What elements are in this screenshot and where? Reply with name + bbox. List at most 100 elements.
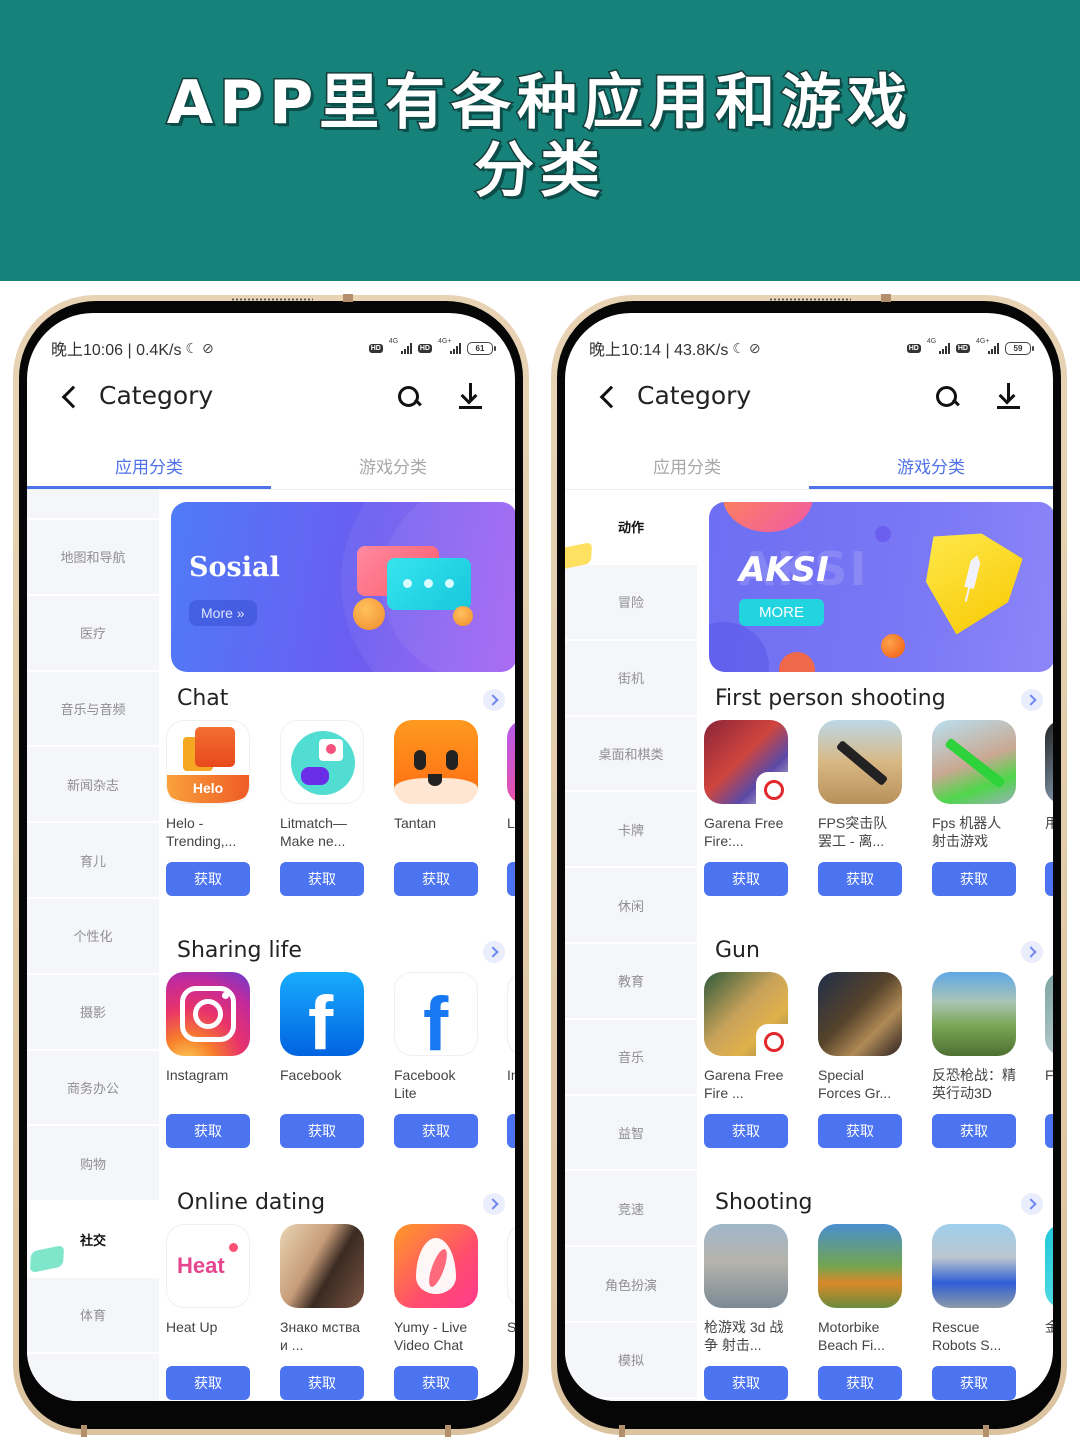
app-card[interactable]: Helo Helo - Trending,... 获取: [166, 720, 250, 896]
chevron-right-icon[interactable]: [1021, 689, 1043, 711]
get-button[interactable]: [1045, 1114, 1053, 1148]
app-name: Facebook Lite: [394, 1067, 456, 1101]
game-card[interactable]: 反恐枪战：精英行动3D 获取: [932, 972, 1016, 1148]
featured-banner-social[interactable]: Sosial More »: [171, 502, 515, 672]
game-card[interactable]: Garena Free Fire:... 获取: [704, 720, 788, 896]
game-card-partial[interactable]: Fi 戏: [1045, 972, 1053, 1148]
tab-app-categories[interactable]: 应用分类: [27, 447, 271, 489]
sidebar-item-simulation[interactable]: 模拟: [565, 1323, 697, 1399]
sidebar-item[interactable]: [27, 490, 159, 520]
tab-app-categories[interactable]: 应用分类: [565, 447, 809, 489]
app-card-partial[interactable]: Lik Sh: [507, 720, 515, 896]
phone-bottom-button: [445, 1425, 451, 1437]
featured-banner-action[interactable]: AKSI AKSI MORE: [709, 502, 1053, 672]
sidebar-item-parenting[interactable]: 育儿: [27, 823, 159, 899]
app-card[interactable]: f Facebook 获取: [280, 972, 364, 1148]
download-icon[interactable]: [995, 381, 1023, 411]
sidebar-item-shopping[interactable]: 购物: [27, 1126, 159, 1203]
get-button[interactable]: 获取: [818, 1366, 902, 1400]
game-card-partial[interactable]: 用 射: [1045, 720, 1053, 896]
get-button[interactable]: 获取: [280, 1114, 364, 1148]
get-button[interactable]: 获取: [704, 862, 788, 896]
game-card[interactable]: 枪游戏 3d 战争 射击... 获取: [704, 1224, 788, 1400]
search-icon[interactable]: [395, 383, 423, 411]
sidebar-item-personalization[interactable]: 个性化: [27, 899, 159, 975]
get-button[interactable]: 获取: [280, 862, 364, 896]
sidebar-item-sports[interactable]: 体育: [27, 1278, 159, 1354]
app-card[interactable]: Yumy - Live Video Chat 获取: [394, 1224, 478, 1400]
get-button[interactable]: 获取: [932, 1114, 1016, 1148]
game-card[interactable]: Garena Free Fire ... 获取: [704, 972, 788, 1148]
get-button[interactable]: 获取: [166, 862, 250, 896]
app-name: Litmatch—Make ne...: [280, 815, 347, 849]
sidebar-item-photography[interactable]: 摄影: [27, 975, 159, 1051]
app-card[interactable]: Litmatch—Make ne... 获取: [280, 720, 364, 896]
sidebar-item-action[interactable]: 动作: [565, 490, 697, 571]
sidebar-item-music[interactable]: 音乐: [565, 1020, 697, 1096]
get-button[interactable]: 获取: [280, 1366, 364, 1400]
chevron-right-icon[interactable]: [483, 941, 505, 963]
app-card[interactable]: Tantan 获取: [394, 720, 478, 896]
game-card[interactable]: Motorbike Beach Fi... 获取: [818, 1224, 902, 1400]
sidebar-item-music-audio[interactable]: 音乐与音频: [27, 672, 159, 748]
app-card[interactable]: f Facebook Lite 获取: [394, 972, 478, 1148]
moon-icon: ☾: [185, 339, 199, 356]
chat-bubble-icon: [29, 1244, 65, 1274]
app-card[interactable]: Heat Heat Up 获取: [166, 1224, 250, 1400]
app-section-online-dating: Online dating Heat Heat Up 获取 Знако мств…: [159, 1190, 515, 1401]
get-button[interactable]: 获取: [394, 862, 478, 896]
sidebar-item-business[interactable]: 商务办公: [27, 1051, 159, 1127]
shield-sword-illustration: [912, 522, 1026, 645]
get-button[interactable]: 获取: [166, 1366, 250, 1400]
get-button[interactable]: 获取: [932, 1366, 1016, 1400]
game-card[interactable]: Fps 机器人 射击游戏 获取: [932, 720, 1016, 896]
back-arrow-icon[interactable]: [595, 383, 623, 411]
chevron-right-icon[interactable]: [483, 689, 505, 711]
app-card[interactable]: Знако мства и ... 获取: [280, 1224, 364, 1400]
more-button[interactable]: More »: [189, 600, 257, 626]
get-button[interactable]: [1045, 862, 1053, 896]
tab-game-categories[interactable]: 游戏分类: [809, 447, 1053, 489]
get-button[interactable]: 获取: [166, 1114, 250, 1148]
download-icon[interactable]: [457, 381, 485, 411]
app-card-partial[interactable]: Sk: [507, 1224, 515, 1354]
network-type: 4G+: [438, 338, 452, 345]
get-button[interactable]: 获取: [818, 862, 902, 896]
get-button[interactable]: 获取: [704, 1366, 788, 1400]
sidebar-item-arcade[interactable]: 街机: [565, 641, 697, 717]
app-card[interactable]: Instagram 获取: [166, 972, 250, 1148]
sidebar-item-racing[interactable]: 竞速: [565, 1171, 697, 1248]
sidebar-item-maps[interactable]: 地图和导航: [27, 520, 159, 596]
more-button[interactable]: MORE: [739, 599, 824, 626]
search-icon[interactable]: [933, 383, 961, 411]
sidebar-item-casual[interactable]: 休闲: [565, 868, 697, 944]
get-button[interactable]: 获取: [394, 1366, 478, 1400]
get-button[interactable]: [507, 862, 515, 896]
chevron-right-icon[interactable]: [483, 1193, 505, 1215]
sidebar-item-puzzle[interactable]: 益智: [565, 1096, 697, 1172]
game-card-partial[interactable]: 金: [1045, 1224, 1053, 1354]
chevron-right-icon[interactable]: [1021, 941, 1043, 963]
app-bar: Category: [565, 375, 1053, 419]
get-button[interactable]: 获取: [818, 1114, 902, 1148]
sidebar-item-board[interactable]: 桌面和棋类: [565, 717, 697, 793]
get-button[interactable]: 获取: [394, 1114, 478, 1148]
app-card-partial[interactable]: Ins Lit: [507, 972, 515, 1148]
get-button[interactable]: [507, 1114, 515, 1148]
sidebar-item-card[interactable]: 卡牌: [565, 792, 697, 869]
chevron-right-icon[interactable]: [1021, 1193, 1043, 1215]
sidebar-item-educational[interactable]: 教育: [565, 944, 697, 1020]
game-card[interactable]: Rescue Robots S... 获取: [932, 1224, 1016, 1400]
sidebar-item-role-playing[interactable]: 角色扮演: [565, 1247, 697, 1323]
app-name: FPS突击队 罢工 - 离...: [818, 815, 888, 849]
sidebar-item-medical[interactable]: 医疗: [27, 596, 159, 672]
back-arrow-icon[interactable]: [57, 383, 85, 411]
get-button[interactable]: 获取: [704, 1114, 788, 1148]
sidebar-item-adventure[interactable]: 冒险: [565, 565, 697, 641]
sidebar-item-social[interactable]: 社交: [27, 1202, 159, 1278]
get-button[interactable]: 获取: [932, 862, 1016, 896]
tab-game-categories[interactable]: 游戏分类: [271, 447, 515, 489]
game-card[interactable]: Special Forces Gr... 获取: [818, 972, 902, 1148]
sidebar-item-news[interactable]: 新闻杂志: [27, 747, 159, 824]
game-card[interactable]: FPS突击队 罢工 - 离... 获取: [818, 720, 902, 896]
